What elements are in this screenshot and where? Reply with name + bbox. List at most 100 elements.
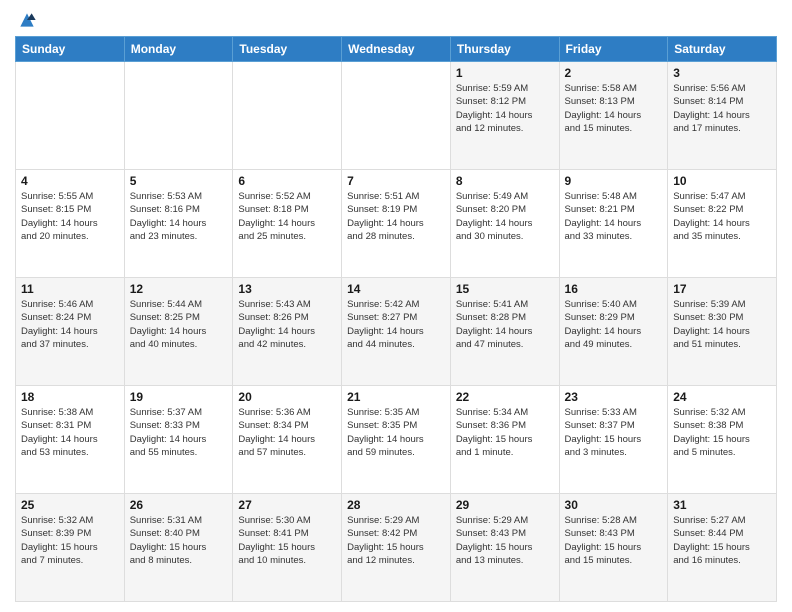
day-number: 7 xyxy=(347,174,445,188)
day-number: 8 xyxy=(456,174,554,188)
day-info: Sunrise: 5:48 AM Sunset: 8:21 PM Dayligh… xyxy=(565,190,663,243)
day-info: Sunrise: 5:44 AM Sunset: 8:25 PM Dayligh… xyxy=(130,298,228,351)
col-header-sunday: Sunday xyxy=(16,37,125,62)
day-cell: 30 Sunrise: 5:28 AM Sunset: 8:43 PM Dayli… xyxy=(559,494,668,602)
col-header-saturday: Saturday xyxy=(668,37,777,62)
day-number: 1 xyxy=(456,66,554,80)
day-number: 4 xyxy=(21,174,119,188)
day-number: 20 xyxy=(238,390,336,404)
day-number: 30 xyxy=(565,498,663,512)
header xyxy=(15,10,777,30)
day-info: Sunrise: 5:33 AM Sunset: 8:37 PM Dayligh… xyxy=(565,406,663,459)
day-cell: 9 Sunrise: 5:48 AM Sunset: 8:21 PM Daylig… xyxy=(559,170,668,278)
day-cell: 25Sunrise: 5:32 AM Sunset: 8:39 PM Dayli… xyxy=(16,494,125,602)
day-number: 25 xyxy=(21,498,119,512)
day-cell: 19 Sunrise: 5:37 AM Sunset: 8:33 PM Dayli… xyxy=(124,386,233,494)
day-number: 19 xyxy=(130,390,228,404)
day-cell: 4 Sunrise: 5:55 AM Sunset: 8:15 PM Daylig… xyxy=(16,170,125,278)
day-info: Sunrise: 5:53 AM Sunset: 8:16 PM Dayligh… xyxy=(130,190,228,243)
day-cell: 23 Sunrise: 5:33 AM Sunset: 8:37 PM Dayli… xyxy=(559,386,668,494)
day-cell xyxy=(124,62,233,170)
day-number: 10 xyxy=(673,174,771,188)
day-number: 24 xyxy=(673,390,771,404)
day-cell: 28 Sunrise: 5:29 AM Sunset: 8:42 PM Dayli… xyxy=(342,494,451,602)
calendar: SundayMondayTuesdayWednesdayThursdayFrid… xyxy=(15,36,777,602)
day-cell: 6 Sunrise: 5:52 AM Sunset: 8:18 PM Daylig… xyxy=(233,170,342,278)
day-number: 17 xyxy=(673,282,771,296)
day-info: Sunrise: 5:58 AM Sunset: 8:13 PM Dayligh… xyxy=(565,82,663,135)
day-cell: 16Sunrise: 5:40 AM Sunset: 8:29 PM Dayli… xyxy=(559,278,668,386)
day-cell: 15 Sunrise: 5:41 AM Sunset: 8:28 PM Dayli… xyxy=(450,278,559,386)
day-info: Sunrise: 5:59 AM Sunset: 8:12 PM Dayligh… xyxy=(456,82,554,135)
day-number: 2 xyxy=(565,66,663,80)
day-info: Sunrise: 5:46 AM Sunset: 8:24 PM Dayligh… xyxy=(21,298,119,351)
day-info: Sunrise: 5:32 AM Sunset: 8:38 PM Dayligh… xyxy=(673,406,771,459)
day-number: 6 xyxy=(238,174,336,188)
day-number: 15 xyxy=(456,282,554,296)
day-info: Sunrise: 5:38 AM Sunset: 8:31 PM Dayligh… xyxy=(21,406,119,459)
day-info: Sunrise: 5:49 AM Sunset: 8:20 PM Dayligh… xyxy=(456,190,554,243)
day-info: Sunrise: 5:43 AM Sunset: 8:26 PM Dayligh… xyxy=(238,298,336,351)
day-cell: 22Sunrise: 5:34 AM Sunset: 8:36 PM Dayli… xyxy=(450,386,559,494)
calendar-header-row: SundayMondayTuesdayWednesdayThursdayFrid… xyxy=(16,37,777,62)
col-header-friday: Friday xyxy=(559,37,668,62)
day-info: Sunrise: 5:42 AM Sunset: 8:27 PM Dayligh… xyxy=(347,298,445,351)
day-number: 18 xyxy=(21,390,119,404)
day-cell xyxy=(342,62,451,170)
week-row-5: 25Sunrise: 5:32 AM Sunset: 8:39 PM Dayli… xyxy=(16,494,777,602)
logo-icon xyxy=(17,10,37,30)
day-number: 31 xyxy=(673,498,771,512)
col-header-wednesday: Wednesday xyxy=(342,37,451,62)
day-number: 13 xyxy=(238,282,336,296)
day-number: 21 xyxy=(347,390,445,404)
day-cell: 13 Sunrise: 5:43 AM Sunset: 8:26 PM Dayli… xyxy=(233,278,342,386)
week-row-1: 1 Sunrise: 5:59 AM Sunset: 8:12 PM Daylig… xyxy=(16,62,777,170)
day-number: 12 xyxy=(130,282,228,296)
day-cell: 21 Sunrise: 5:35 AM Sunset: 8:35 PM Dayli… xyxy=(342,386,451,494)
page: SundayMondayTuesdayWednesdayThursdayFrid… xyxy=(0,0,792,612)
day-info: Sunrise: 5:27 AM Sunset: 8:44 PM Dayligh… xyxy=(673,514,771,567)
day-info: Sunrise: 5:51 AM Sunset: 8:19 PM Dayligh… xyxy=(347,190,445,243)
day-cell: 24 Sunrise: 5:32 AM Sunset: 8:38 PM Dayli… xyxy=(668,386,777,494)
day-number: 29 xyxy=(456,498,554,512)
day-cell: 26Sunrise: 5:31 AM Sunset: 8:40 PM Dayli… xyxy=(124,494,233,602)
week-row-2: 4 Sunrise: 5:55 AM Sunset: 8:15 PM Daylig… xyxy=(16,170,777,278)
day-number: 28 xyxy=(347,498,445,512)
day-cell: 20 Sunrise: 5:36 AM Sunset: 8:34 PM Dayli… xyxy=(233,386,342,494)
day-info: Sunrise: 5:41 AM Sunset: 8:28 PM Dayligh… xyxy=(456,298,554,351)
day-info: Sunrise: 5:37 AM Sunset: 8:33 PM Dayligh… xyxy=(130,406,228,459)
day-cell xyxy=(233,62,342,170)
day-info: Sunrise: 5:35 AM Sunset: 8:35 PM Dayligh… xyxy=(347,406,445,459)
day-cell: 18 Sunrise: 5:38 AM Sunset: 8:31 PM Dayli… xyxy=(16,386,125,494)
day-number: 26 xyxy=(130,498,228,512)
day-info: Sunrise: 5:52 AM Sunset: 8:18 PM Dayligh… xyxy=(238,190,336,243)
day-cell: 27Sunrise: 5:30 AM Sunset: 8:41 PM Dayli… xyxy=(233,494,342,602)
day-info: Sunrise: 5:30 AM Sunset: 8:41 PM Dayligh… xyxy=(238,514,336,567)
day-cell xyxy=(16,62,125,170)
day-info: Sunrise: 5:39 AM Sunset: 8:30 PM Dayligh… xyxy=(673,298,771,351)
day-info: Sunrise: 5:55 AM Sunset: 8:15 PM Dayligh… xyxy=(21,190,119,243)
day-number: 3 xyxy=(673,66,771,80)
day-cell: 29 Sunrise: 5:29 AM Sunset: 8:43 PM Dayli… xyxy=(450,494,559,602)
day-info: Sunrise: 5:29 AM Sunset: 8:42 PM Dayligh… xyxy=(347,514,445,567)
day-cell: 5 Sunrise: 5:53 AM Sunset: 8:16 PM Daylig… xyxy=(124,170,233,278)
logo xyxy=(15,10,37,30)
day-cell: 2 Sunrise: 5:58 AM Sunset: 8:13 PM Daylig… xyxy=(559,62,668,170)
day-cell: 12 Sunrise: 5:44 AM Sunset: 8:25 PM Dayli… xyxy=(124,278,233,386)
day-cell: 8 Sunrise: 5:49 AM Sunset: 8:20 PM Daylig… xyxy=(450,170,559,278)
day-number: 9 xyxy=(565,174,663,188)
day-cell: 11Sunrise: 5:46 AM Sunset: 8:24 PM Dayli… xyxy=(16,278,125,386)
col-header-tuesday: Tuesday xyxy=(233,37,342,62)
week-row-4: 18 Sunrise: 5:38 AM Sunset: 8:31 PM Dayli… xyxy=(16,386,777,494)
day-info: Sunrise: 5:47 AM Sunset: 8:22 PM Dayligh… xyxy=(673,190,771,243)
day-number: 14 xyxy=(347,282,445,296)
day-number: 23 xyxy=(565,390,663,404)
day-cell: 31 Sunrise: 5:27 AM Sunset: 8:44 PM Dayli… xyxy=(668,494,777,602)
day-number: 5 xyxy=(130,174,228,188)
day-cell: 1 Sunrise: 5:59 AM Sunset: 8:12 PM Daylig… xyxy=(450,62,559,170)
day-number: 16 xyxy=(565,282,663,296)
day-number: 22 xyxy=(456,390,554,404)
day-info: Sunrise: 5:28 AM Sunset: 8:43 PM Dayligh… xyxy=(565,514,663,567)
day-info: Sunrise: 5:29 AM Sunset: 8:43 PM Dayligh… xyxy=(456,514,554,567)
day-info: Sunrise: 5:36 AM Sunset: 8:34 PM Dayligh… xyxy=(238,406,336,459)
